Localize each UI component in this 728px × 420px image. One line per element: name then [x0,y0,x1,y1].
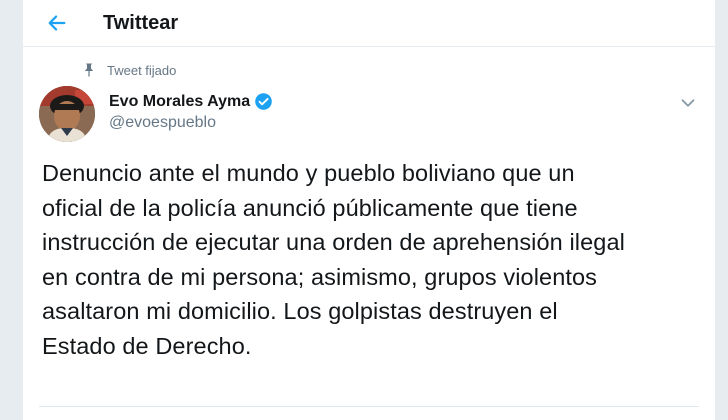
tweet-text: Denuncio ante el mundo y pueblo bolivian… [42,156,682,363]
tweet-text-line: en contra de mi persona; asimismo, grupo… [42,263,598,290]
page-title: Twittear [103,11,179,34]
pin-icon [84,63,94,77]
tweet-text-line: Estado de Derecho. [42,332,252,359]
arrow-left-icon [48,15,66,31]
verified-badge-icon [255,93,272,110]
tweet-author: Evo Morales Ayma @evoespueblo [109,92,273,132]
tweet-text-line: oficial de la policía anunció públicamen… [42,194,578,221]
tweet-text-line: asaltaron mi domicilio. Los golpistas de… [42,298,558,324]
pinned-indicator: Tweet fijado [81,62,176,78]
divider [39,406,699,407]
tweet-detail-panel: Twittear Tweet fijado Evo Morales Ayma @… [22,0,716,420]
author-name[interactable]: Evo Morales Ayma [109,93,250,111]
back-button[interactable] [37,5,77,41]
author-handle[interactable]: @evoespueblo [109,114,273,132]
pinned-label: Tweet fijado [107,62,177,78]
avatar-image [39,86,95,142]
avatar[interactable] [39,86,95,142]
tweet-text-line: instrucción de ejecutar una orden de apr… [42,229,625,255]
page-header: Twittear [23,0,715,47]
tweet-text-line: Denuncio ante el mundo y pueblo bolivian… [42,160,575,186]
chevron-down-icon[interactable] [677,92,699,114]
